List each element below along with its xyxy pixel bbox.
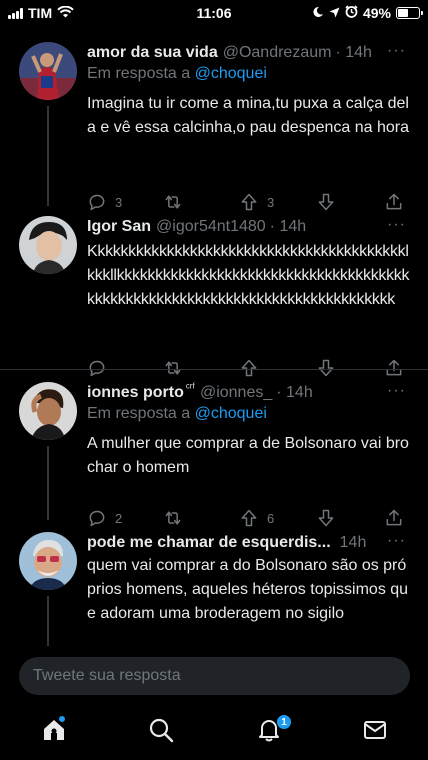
retweet-button[interactable] xyxy=(163,192,191,212)
arrow-up-icon xyxy=(241,193,257,211)
battery-icon xyxy=(396,7,423,19)
battery-percent: 49% xyxy=(362,5,391,21)
retweet-icon xyxy=(165,195,181,209)
author-handle[interactable]: @ionnes_ xyxy=(200,384,272,402)
share-icon xyxy=(386,509,402,526)
author-name[interactable]: pode me chamar de esquerdis... xyxy=(87,534,331,552)
author-name[interactable]: Igor San xyxy=(87,218,151,236)
tweet-header: amor da sua vida @Oandrezaum · 14h xyxy=(87,42,412,64)
alarm-icon xyxy=(345,5,358,21)
retweet-icon xyxy=(165,511,181,525)
tweet-time: 14h xyxy=(339,534,367,551)
author-handle[interactable]: @Oandrezaum xyxy=(223,44,332,62)
moon-icon xyxy=(312,5,324,21)
author-handle[interactable]: @igor54nt1480 xyxy=(156,218,266,236)
avatar[interactable] xyxy=(19,382,77,440)
share-icon xyxy=(386,193,402,210)
reply-input[interactable] xyxy=(19,657,410,695)
downvote-button[interactable] xyxy=(316,192,336,212)
tweet-body: Igor San @igor54nt1480 · 14h ··· Kkkkkkk… xyxy=(87,216,412,312)
author-name[interactable]: amor da sua vida xyxy=(87,44,218,62)
tweet-actions: 2 6 xyxy=(87,508,407,530)
avatar[interactable] xyxy=(19,216,77,274)
tweet-header: pode me chamar de esquerdis... 14h xyxy=(87,532,412,554)
tab-search[interactable] xyxy=(148,717,178,747)
author-name[interactable]: ionnes porto xyxy=(87,384,184,402)
more-options-icon[interactable]: ··· xyxy=(387,216,406,234)
tweet-time: · 14h xyxy=(276,384,313,401)
location-icon xyxy=(329,5,340,21)
tweet-time: · 14h xyxy=(335,44,372,61)
tweet-text: A mulher que comprar a de Bolsonaro vai … xyxy=(87,435,409,476)
messages-icon xyxy=(364,721,386,739)
arrow-down-icon xyxy=(318,193,334,211)
tweet-body: amor da sua vida @Oandrezaum · 14h ··· E… xyxy=(87,42,412,140)
tab-messages[interactable] xyxy=(362,717,392,747)
upvote-count: 6 xyxy=(267,510,275,526)
retweet-button[interactable] xyxy=(163,508,191,528)
thread-line xyxy=(47,106,49,206)
reply-count: 3 xyxy=(115,194,123,210)
status-right: 49% xyxy=(312,5,423,21)
reply-context: Em resposta a @choquei xyxy=(87,65,412,87)
tweet-body: ionnes porto ᶜʳᶠ @ionnes_ · 14h ··· Em r… xyxy=(87,382,412,480)
retweet-button[interactable] xyxy=(163,358,191,378)
home-unread-dot xyxy=(58,715,66,723)
share-icon xyxy=(386,359,402,376)
reply-prefix: Em resposta a xyxy=(87,65,191,82)
tweet-feed[interactable]: amor da sua vida @Oandrezaum · 14h ··· E… xyxy=(0,26,428,646)
search-icon xyxy=(149,718,174,743)
avatar[interactable] xyxy=(19,532,77,590)
arrow-down-icon xyxy=(318,509,334,527)
more-options-icon[interactable]: ··· xyxy=(387,42,406,60)
more-options-icon[interactable]: ··· xyxy=(387,532,406,550)
tweet-header: Igor San @igor54nt1480 · 14h xyxy=(87,216,412,238)
downvote-button[interactable] xyxy=(316,358,336,378)
share-button[interactable] xyxy=(384,508,404,528)
notifications-badge: 1 xyxy=(276,714,292,730)
upvote-count: 3 xyxy=(267,194,275,210)
reply-icon xyxy=(89,510,105,527)
tweet-text: Kkkkkkkkkkkkkkkkkkkkkkkkkkkkkkkkkkkkkkkk… xyxy=(87,243,410,308)
reply-composer[interactable] xyxy=(19,657,410,695)
tweet-header: ionnes porto ᶜʳᶠ @ionnes_ · 14h xyxy=(87,382,412,404)
reply-count: 2 xyxy=(115,510,123,526)
tweet-body: pode me chamar de esquerdis... 14h ··· q… xyxy=(87,532,412,626)
reply-mention[interactable]: @choquei xyxy=(195,65,267,82)
reply-context: Em resposta a @choquei xyxy=(87,405,412,427)
reply-button[interactable]: 2 xyxy=(87,508,122,528)
more-options-icon[interactable]: ··· xyxy=(387,382,406,400)
reply-icon xyxy=(89,360,105,377)
reply-button[interactable] xyxy=(87,358,115,378)
thread-line xyxy=(47,596,49,646)
share-button[interactable] xyxy=(384,192,404,212)
arrow-up-icon xyxy=(241,359,257,377)
tweet-text: quem vai comprar a do Bolsonaro são os p… xyxy=(87,557,409,622)
reply-icon xyxy=(89,194,105,211)
retweet-icon xyxy=(165,361,181,375)
battery-fill xyxy=(398,9,408,17)
tweet-time: · 14h xyxy=(269,218,307,235)
share-button[interactable] xyxy=(384,358,404,378)
author-name-suffix: ᶜʳᶠ xyxy=(185,382,195,394)
arrow-up-icon xyxy=(241,509,257,527)
divider xyxy=(0,369,428,370)
reply-button[interactable]: 3 xyxy=(87,192,122,212)
avatar[interactable] xyxy=(19,42,77,100)
upvote-button[interactable]: 6 xyxy=(239,508,274,528)
tweet-text: Imagina tu ir come a mina,tu puxa a calç… xyxy=(87,95,410,136)
upvote-button[interactable]: 3 xyxy=(239,192,274,212)
tab-home[interactable] xyxy=(41,717,71,747)
downvote-button[interactable] xyxy=(316,508,336,528)
thread-line xyxy=(47,446,49,520)
upvote-button[interactable] xyxy=(239,358,267,378)
bottom-tab-bar: 1 xyxy=(0,705,428,760)
reply-mention[interactable]: @choquei xyxy=(195,405,267,422)
status-bar: TIM 11:06 49% xyxy=(0,0,428,26)
arrow-down-icon xyxy=(318,359,334,377)
reply-prefix: Em resposta a xyxy=(87,405,191,422)
tweet-actions: 3 3 xyxy=(87,192,407,214)
